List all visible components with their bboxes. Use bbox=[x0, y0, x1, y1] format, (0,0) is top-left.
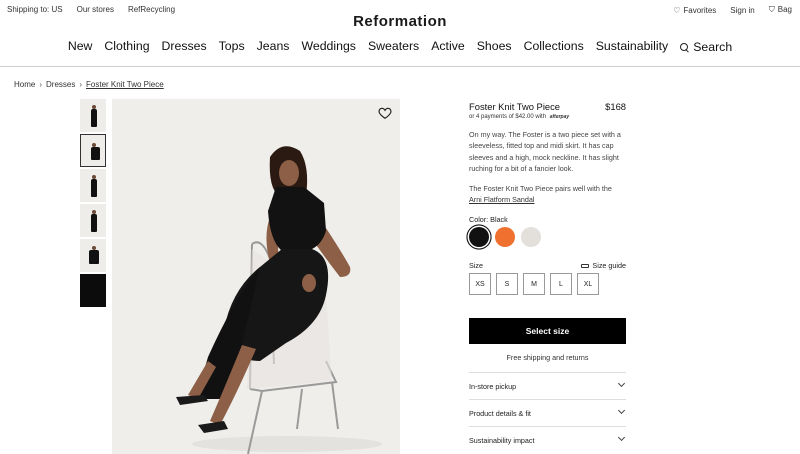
search-icon bbox=[680, 42, 689, 52]
nav-new[interactable]: New bbox=[68, 39, 93, 55]
thumbnail-1[interactable] bbox=[80, 99, 106, 132]
product-hero-image[interactable] bbox=[112, 99, 400, 454]
thumbnail-4[interactable] bbox=[80, 204, 106, 237]
product-description: On my way. The Foster is a two piece set… bbox=[469, 130, 621, 173]
ruler-icon bbox=[581, 263, 590, 268]
chevron-right-icon: › bbox=[39, 80, 43, 89]
nav-search[interactable]: Search bbox=[680, 39, 732, 55]
chevron-down-icon bbox=[617, 379, 626, 388]
model-figure bbox=[90, 175, 98, 197]
select-size-button[interactable]: Select size bbox=[469, 318, 626, 344]
chevron-right-icon: › bbox=[79, 80, 83, 89]
breadcrumb-dresses[interactable]: Dresses bbox=[46, 80, 75, 89]
brand-logo[interactable]: Reformation bbox=[0, 13, 800, 30]
accordion-in-store-pickup[interactable]: In-store pickup bbox=[469, 372, 626, 399]
pairs-well-link[interactable]: Arni Flatform Sandal bbox=[469, 195, 535, 204]
size-guide-link[interactable]: Size guide bbox=[581, 261, 626, 270]
model-figure bbox=[88, 246, 100, 268]
model-figure bbox=[90, 105, 98, 127]
accordion-label: Sustainability impact bbox=[469, 436, 535, 445]
size-s[interactable]: S bbox=[496, 273, 518, 295]
accordion-label: In-store pickup bbox=[469, 382, 517, 391]
size-xl[interactable]: XL bbox=[577, 273, 599, 295]
thumbnail-fabric[interactable] bbox=[80, 274, 106, 307]
thumbnail-3[interactable] bbox=[80, 169, 106, 202]
nav-tops[interactable]: Tops bbox=[219, 39, 245, 55]
size-options: XS S M L XL bbox=[469, 273, 599, 295]
color-swatch-cream[interactable] bbox=[521, 227, 541, 247]
search-label: Search bbox=[693, 40, 733, 54]
breadcrumb: Home › Dresses › Foster Knit Two Piece bbox=[14, 80, 164, 89]
size-guide-label: Size guide bbox=[592, 261, 626, 270]
nav-clothing[interactable]: Clothing bbox=[104, 39, 149, 55]
breadcrumb-home[interactable]: Home bbox=[14, 80, 35, 89]
size-label: Size bbox=[469, 261, 483, 270]
color-swatch-black[interactable] bbox=[469, 227, 489, 247]
pairs-well-text: The Foster Knit Two Piece pairs well wit… bbox=[469, 183, 626, 206]
nav-dresses[interactable]: Dresses bbox=[162, 39, 207, 55]
nav-sustainability[interactable]: Sustainability bbox=[596, 39, 668, 55]
color-swatches bbox=[469, 227, 541, 247]
color-swatch-orange[interactable] bbox=[495, 227, 515, 247]
size-l[interactable]: L bbox=[550, 273, 572, 295]
installments-label: or 4 payments of $42.00 with bbox=[469, 114, 547, 120]
color-label: Color: Black bbox=[469, 215, 508, 224]
size-m[interactable]: M bbox=[523, 273, 545, 295]
product-price: $168 bbox=[605, 101, 626, 112]
accordion-label: Product details & fit bbox=[469, 409, 531, 418]
accordion-sustainability-impact[interactable]: Sustainability impact bbox=[469, 426, 626, 453]
afterpay-logo: afterpay bbox=[549, 114, 570, 120]
chevron-down-icon bbox=[617, 406, 626, 415]
nav-weddings[interactable]: Weddings bbox=[301, 39, 355, 55]
model-figure bbox=[90, 143, 100, 160]
chevron-down-icon bbox=[617, 433, 626, 442]
model-figure bbox=[90, 210, 98, 232]
nav-sweaters[interactable]: Sweaters bbox=[368, 39, 419, 55]
nav-active[interactable]: Active bbox=[431, 39, 465, 55]
nav-shoes[interactable]: Shoes bbox=[477, 39, 512, 55]
accordion-product-details[interactable]: Product details & fit bbox=[469, 399, 626, 426]
nav-divider bbox=[0, 66, 800, 67]
thumbnail-2[interactable] bbox=[80, 134, 106, 167]
installments-text: or 4 payments of $42.00 with afterpay bbox=[469, 114, 569, 120]
product-title: Foster Knit Two Piece bbox=[469, 101, 561, 112]
model-photo bbox=[112, 99, 400, 454]
nav-jeans[interactable]: Jeans bbox=[257, 39, 290, 55]
wishlist-heart-icon[interactable] bbox=[378, 106, 392, 120]
size-xs[interactable]: XS bbox=[469, 273, 491, 295]
thumbnail-5[interactable] bbox=[80, 239, 106, 272]
free-shipping-text: Free shipping and returns bbox=[506, 353, 589, 362]
nav-collections[interactable]: Collections bbox=[524, 39, 584, 55]
pairs-well-label: The Foster Knit Two Piece pairs well wit… bbox=[469, 184, 612, 193]
breadcrumb-current[interactable]: Foster Knit Two Piece bbox=[86, 80, 164, 89]
main-nav: New Clothing Dresses Tops Jeans Weddings… bbox=[0, 39, 800, 55]
